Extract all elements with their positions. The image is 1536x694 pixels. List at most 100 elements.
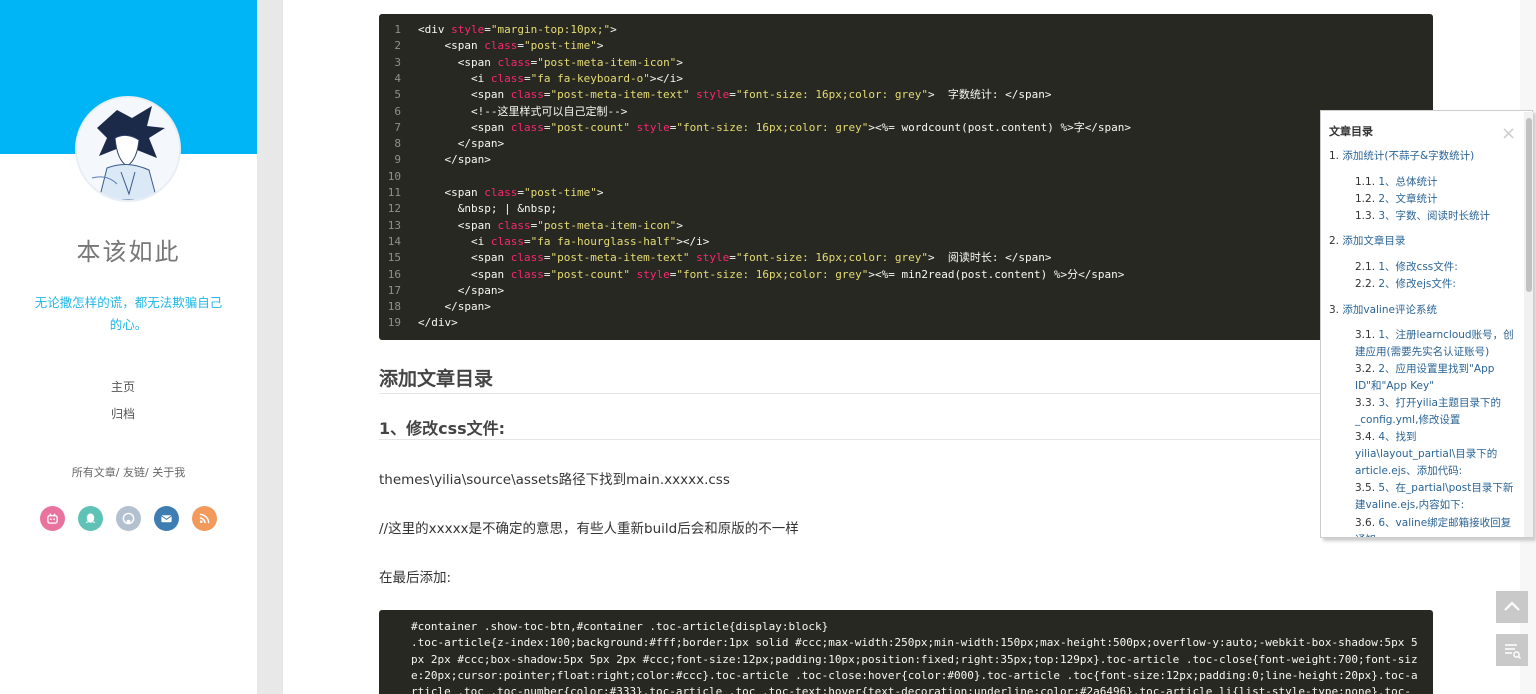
toc-panel: 文章目录 × 1. 添加统计(不蒜子&字数统计) 1.1. 1、总体统计 1.2. … bbox=[1320, 110, 1533, 538]
toc-item[interactable]: 2.2. 2、修改ejs文件: bbox=[1355, 276, 1456, 293]
line-number: 8 bbox=[394, 137, 401, 151]
code-line: 16 <span class="post-count" style="font-… bbox=[379, 267, 1433, 283]
friend-links: 所有文章/ 友链/ 关于我 bbox=[0, 464, 257, 480]
line-number: 19 bbox=[387, 316, 401, 330]
code-line: 15 <span class="post-meta-item-text" sty… bbox=[379, 250, 1433, 266]
nav-archive[interactable]: 归档 bbox=[0, 405, 246, 422]
toc-item[interactable]: article.ejs、添加代码: bbox=[1355, 463, 1462, 480]
code-line: 6 <!--这里样式可以自己定制--> bbox=[379, 104, 1433, 120]
code-text: <span class="post-meta-item-icon"> bbox=[418, 55, 683, 69]
line-number: 10 bbox=[387, 169, 401, 183]
toc-number: 1.1. bbox=[1355, 176, 1379, 188]
code-line: 8 </span> bbox=[379, 136, 1433, 152]
line-number: 7 bbox=[394, 120, 401, 134]
code-line: 1 <div style="margin-top:10px;"> bbox=[379, 22, 1433, 38]
toc-item[interactable]: 3.2. 2、应用设置里找到"App bbox=[1355, 361, 1494, 378]
code-line: #container .show-toc-btn,#container .toc… bbox=[411, 620, 829, 633]
toc-number: 1. bbox=[1329, 150, 1343, 162]
toc-text: ID"和"App Key" bbox=[1355, 380, 1435, 392]
toc-toggle-button[interactable] bbox=[1496, 634, 1528, 666]
toc-item[interactable]: 3.5. 5、在_partial\post目录下新 bbox=[1355, 480, 1513, 497]
heading-modify-css: 1、修改css文件: bbox=[379, 415, 1433, 440]
code-line: 10 bbox=[379, 169, 1433, 185]
code-text: <span class="post-time"> bbox=[418, 186, 604, 199]
toc-item[interactable]: 3.6. 6、valine绑定邮箱接收回复 bbox=[1355, 515, 1511, 532]
toc-item[interactable]: 1.2. 2、文章统计 bbox=[1355, 191, 1438, 208]
code-line: 5 <span class="post-meta-item-text" styl… bbox=[379, 87, 1433, 103]
paragraph-css-path: themes\yilia\source\assets路径下找到main.xxxx… bbox=[379, 472, 730, 488]
line-number: 2 bbox=[394, 39, 401, 53]
code-text: <div style="margin-top:10px;"> bbox=[418, 23, 617, 36]
code-text: </span> bbox=[418, 300, 491, 314]
code-line: 19 </div> bbox=[379, 315, 1433, 331]
toc-text: 3、字数、阅读时长统计 bbox=[1378, 210, 1491, 222]
nav-home[interactable]: 主页 bbox=[0, 378, 246, 395]
toc-item[interactable]: 3. 添加valine评论系统 bbox=[1329, 302, 1437, 319]
mail-icon[interactable] bbox=[154, 506, 179, 531]
line-number: 18 bbox=[387, 300, 401, 314]
toc-text: 6、valine绑定邮箱接收回复 bbox=[1378, 517, 1512, 529]
link-about[interactable]: 关于我 bbox=[152, 466, 185, 479]
code-text: </span> bbox=[418, 153, 491, 167]
list-icon bbox=[1505, 644, 1521, 659]
code-text: </span> bbox=[418, 137, 505, 151]
code-line: 17 </span> bbox=[379, 283, 1433, 299]
toc-close-button[interactable]: × bbox=[1501, 125, 1516, 143]
toc-text: 添加统计(不蒜子&字数统计) bbox=[1342, 150, 1475, 162]
toc-title: 文章目录 bbox=[1329, 125, 1373, 138]
toc-text: _config.yml,修改设置 bbox=[1355, 414, 1461, 426]
toc-number: 3.2. bbox=[1355, 363, 1379, 375]
rss-icon[interactable] bbox=[192, 506, 217, 531]
code-line: 18 </span> bbox=[379, 299, 1433, 315]
toc-item[interactable]: 建应用(需要先实名认证账号) bbox=[1355, 344, 1489, 361]
code-line: 13 <span class="post-meta-item-icon"> bbox=[379, 218, 1433, 234]
bilibili-icon[interactable] bbox=[40, 506, 65, 531]
toc-text: 添加文章目录 bbox=[1342, 235, 1406, 247]
line-number: 5 bbox=[394, 88, 401, 102]
toc-item[interactable]: _config.yml,修改设置 bbox=[1355, 412, 1460, 429]
toc-text: 1、总体统计 bbox=[1378, 176, 1438, 188]
toc-text: 1、修改css文件: bbox=[1378, 261, 1458, 273]
toc-item[interactable]: 3.3. 3、打开yilia主题目录下的 bbox=[1355, 395, 1501, 412]
code-text: </span> bbox=[418, 283, 505, 297]
link-friends[interactable]: 友链/ bbox=[123, 466, 149, 479]
avatar-illustration bbox=[77, 98, 179, 200]
toc-item[interactable]: 3.4. 4、找到 bbox=[1355, 429, 1417, 446]
avatar[interactable] bbox=[75, 96, 181, 202]
toc-item[interactable]: 2. 添加文章目录 bbox=[1329, 233, 1405, 250]
site-title[interactable]: 本该如此 bbox=[0, 232, 257, 267]
toc-item[interactable]: 1. 添加统计(不蒜子&字数统计) bbox=[1329, 148, 1474, 165]
toc-text: 2、文章统计 bbox=[1378, 193, 1438, 205]
toc-item[interactable]: 建valine.ejs,内容如下: bbox=[1355, 497, 1464, 514]
code-block-ejs: 1 <div style="margin-top:10px;"> 2 <span c… bbox=[379, 14, 1433, 340]
toc-item[interactable]: 1.1. 1、总体统计 bbox=[1355, 174, 1438, 191]
code-line: 2 <span class="post-time"> bbox=[379, 38, 1433, 54]
code-text: <!--这里样式可以自己定制--> bbox=[418, 104, 628, 118]
toc-number: 1.3. bbox=[1355, 210, 1379, 222]
toc-text: 4、找到 bbox=[1378, 431, 1417, 443]
line-number: 9 bbox=[394, 153, 401, 167]
code-text: <span class="post-meta-item-text" style=… bbox=[418, 88, 1052, 102]
toc-number: 1.2. bbox=[1355, 193, 1379, 205]
github-icon[interactable] bbox=[116, 506, 141, 531]
toc-number: 2. bbox=[1329, 235, 1343, 247]
toc-item[interactable]: ID"和"App Key" bbox=[1355, 378, 1434, 395]
back-to-top-button[interactable] bbox=[1496, 591, 1528, 623]
line-number: 12 bbox=[387, 202, 401, 216]
toc-number: 2.1. bbox=[1355, 261, 1379, 273]
qq-icon[interactable] bbox=[78, 506, 103, 531]
toc-item[interactable]: 2.1. 1、修改css文件: bbox=[1355, 259, 1458, 276]
code-line: 12 &nbsp; | &nbsp; bbox=[379, 201, 1433, 217]
toc-item[interactable]: 3.1. 1、注册learncloud账号，创 bbox=[1355, 327, 1514, 344]
line-number: 15 bbox=[387, 251, 401, 265]
toc-item[interactable]: 通知 bbox=[1355, 532, 1376, 537]
code-line: 3 <span class="post-meta-item-icon"> bbox=[379, 55, 1433, 71]
link-all-posts[interactable]: 所有文章/ bbox=[72, 466, 120, 479]
toc-item[interactable]: 1.3. 3、字数、阅读时长统计 bbox=[1355, 208, 1490, 225]
toc-number: 3.1. bbox=[1355, 329, 1379, 341]
code-text: <span class="post-time"> bbox=[418, 39, 604, 53]
paragraph-note: //这里的xxxxx是不确定的意思，有些人重新build后会和原版的不一样 bbox=[379, 521, 799, 537]
toc-item[interactable]: yilia\layout_partial\目录下的 bbox=[1355, 446, 1497, 463]
toc-scrollbar-thumb[interactable] bbox=[1526, 118, 1532, 292]
line-number: 16 bbox=[387, 267, 401, 281]
